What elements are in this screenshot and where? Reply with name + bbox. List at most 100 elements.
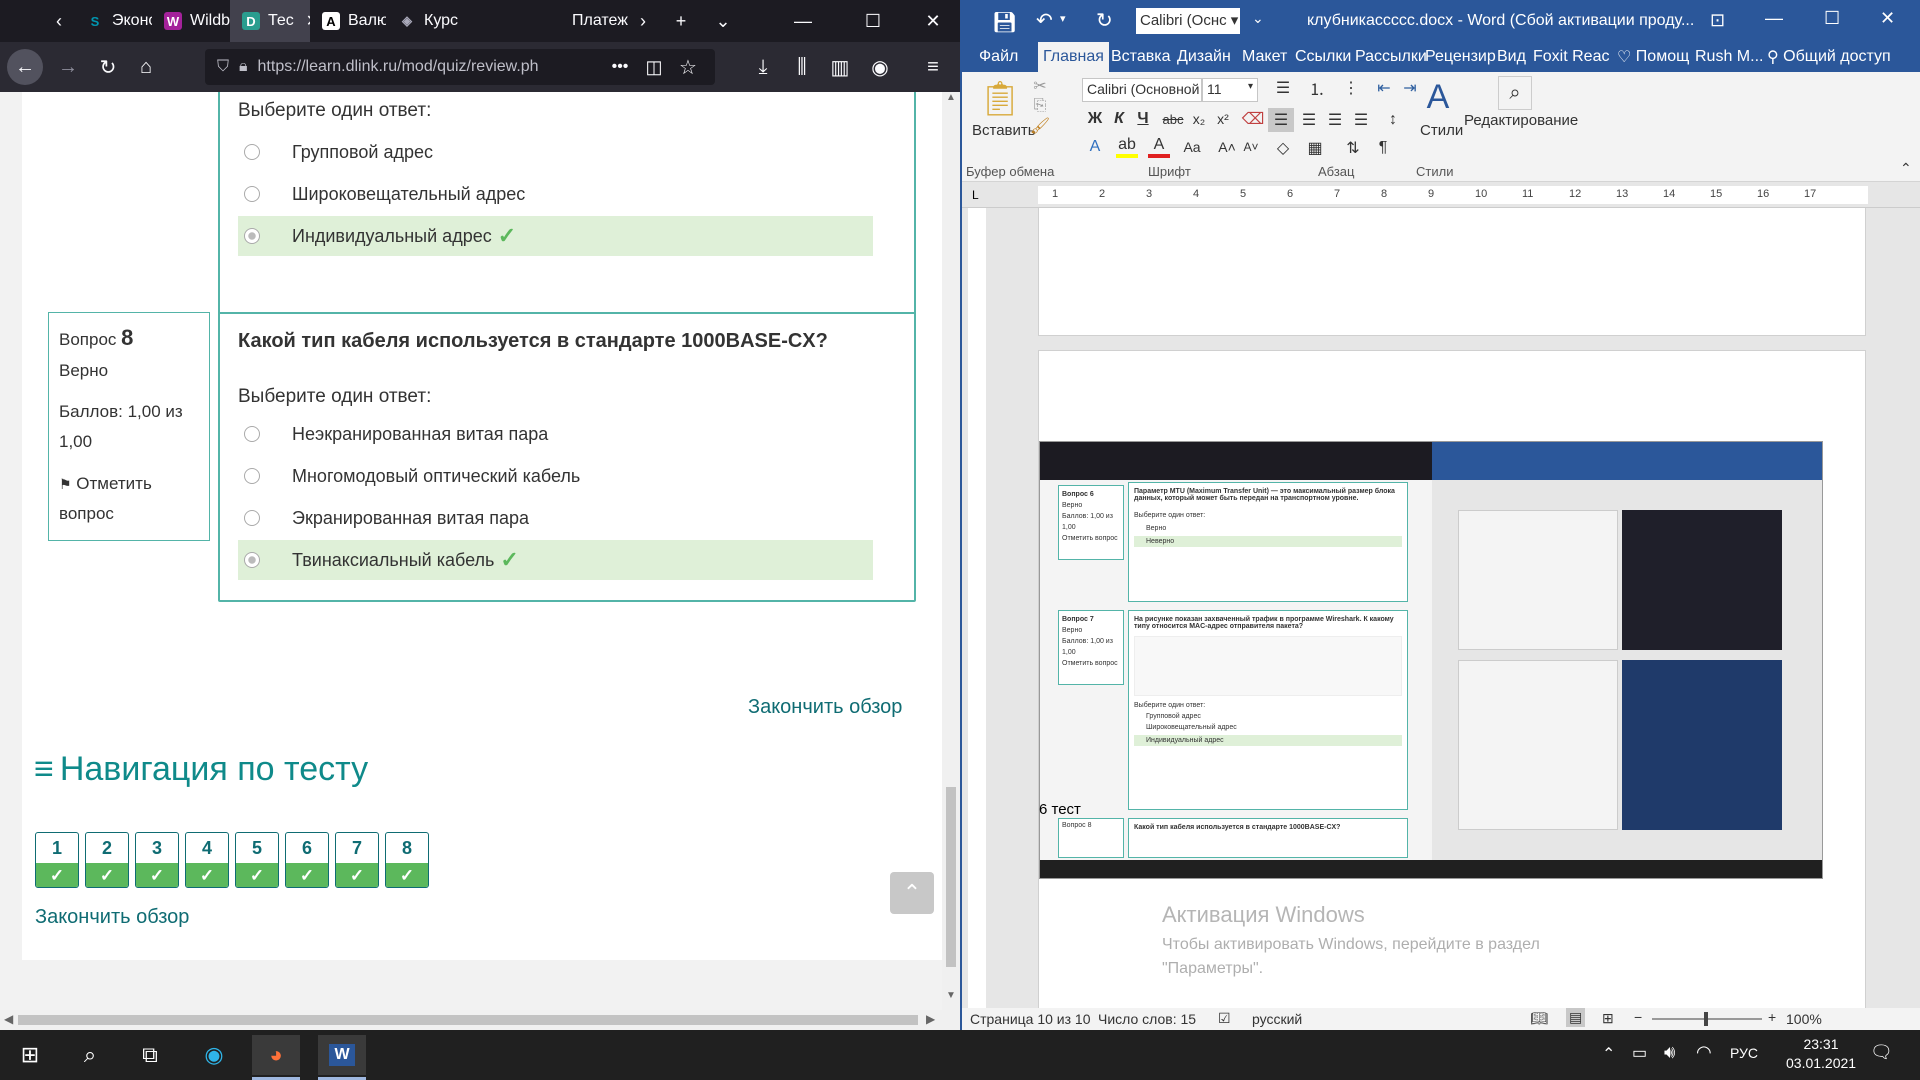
scroll-up-arrow-icon[interactable]: ▲ — [944, 92, 958, 108]
close-icon[interactable]: ✕ — [1880, 8, 1895, 29]
browser-tab[interactable]: S Эконо — [74, 0, 152, 42]
horizontal-ruler[interactable]: L 1 2 3 4 5 6 7 8 9 10 11 12 13 14 15 16 17 — [962, 182, 1920, 208]
nav-button-6[interactable]: 6 ✓ — [285, 832, 329, 888]
maximize-icon[interactable]: ☐ — [1824, 8, 1840, 29]
zoom-in-icon[interactable]: + — [1768, 1009, 1776, 1025]
pocket-icon[interactable]: ◫ — [636, 49, 672, 85]
styles-icon[interactable]: A — [1418, 74, 1458, 120]
tab-foxit[interactable]: Foxit Reac — [1528, 42, 1614, 72]
print-layout-icon[interactable]: ▤ — [1566, 1008, 1586, 1027]
library-icon[interactable]: ⫼ — [784, 49, 820, 85]
finish-review-link-bottom[interactable]: Закончить обзор — [35, 906, 189, 929]
scrollbar-thumb[interactable] — [946, 787, 956, 967]
forward-arrow-icon[interactable]: → — [50, 49, 86, 85]
share-button[interactable]: ⚲ Общий доступ — [1762, 42, 1896, 72]
align-center-icon[interactable]: ☰ — [1296, 108, 1322, 132]
find-icon[interactable]: ⌕ — [1498, 76, 1532, 110]
browser-tab-active[interactable]: D Тес ✕ — [230, 0, 310, 42]
proofing-icon[interactable]: ☑ — [1218, 1010, 1231, 1027]
answer-option[interactable]: Групповой адрес — [238, 132, 873, 172]
quick-font-box[interactable]: Calibri (Оснс ▾ — [1136, 8, 1240, 34]
task-view-icon[interactable]: ⧉ — [126, 1035, 174, 1075]
highlight-icon[interactable]: ab — [1116, 136, 1138, 158]
scroll-left-arrow-icon[interactable]: ◀ — [4, 1012, 13, 1026]
radio-button[interactable] — [244, 552, 260, 568]
hscrollbar-thumb[interactable] — [18, 1015, 918, 1025]
tab-scroll-left-icon[interactable]: ‹ — [44, 0, 74, 42]
zoom-level[interactable]: 100% — [1786, 1011, 1822, 1027]
collapse-ribbon-icon[interactable]: ⌃ — [1900, 160, 1912, 177]
answer-option-correct[interactable]: Индивидуальный адрес ✓ — [238, 216, 873, 256]
tab-layout[interactable]: Макет — [1237, 42, 1292, 72]
scroll-right-arrow-icon[interactable]: ▶ — [926, 1012, 935, 1026]
decrease-indent-icon[interactable]: ⇤ — [1372, 76, 1396, 100]
sidebar-icon[interactable]: ▥ — [822, 49, 858, 85]
scroll-down-arrow-icon[interactable]: ▼ — [944, 990, 958, 1006]
firefox-icon[interactable]: ◕ — [252, 1035, 300, 1075]
vertical-scrollbar[interactable]: ▲ ▼ — [942, 92, 960, 1010]
font-name-select[interactable]: Calibri (Основной — [1082, 78, 1202, 102]
new-tab-icon[interactable]: + — [658, 0, 704, 42]
font-size-select[interactable]: 11 ▾ — [1202, 78, 1258, 102]
radio-button[interactable] — [244, 186, 260, 202]
menu-icon[interactable]: ≡ — [915, 49, 951, 85]
justify-icon[interactable]: ☰ — [1348, 108, 1374, 132]
editing-label[interactable]: Редактирование — [1464, 112, 1578, 129]
sort-icon[interactable]: ⇅ — [1340, 136, 1366, 160]
radio-button[interactable] — [244, 228, 260, 244]
copy-icon[interactable]: ⎘ — [1028, 96, 1052, 116]
multilevel-list-icon[interactable]: ⋮ — [1336, 76, 1366, 100]
shield-icon[interactable]: ⛉ — [217, 58, 229, 76]
edge-icon[interactable]: ◉ — [190, 1035, 238, 1075]
radio-button[interactable] — [244, 144, 260, 160]
shrink-font-icon[interactable]: A˅ — [1240, 136, 1262, 158]
home-icon[interactable]: ⌂ — [128, 49, 164, 85]
document-caption[interactable]: 6 тест — [1039, 801, 1081, 818]
clock[interactable]: 23:31 03.01.2021 — [1786, 1036, 1856, 1071]
nav-button-3[interactable]: 3 ✓ — [135, 832, 179, 888]
font-color-icon[interactable]: A — [1148, 136, 1170, 158]
nav-button-1[interactable]: 1 ✓ — [35, 832, 79, 888]
browser-tab[interactable]: ◈ Курс — [386, 0, 466, 42]
underline-icon[interactable]: Ч — [1132, 108, 1154, 130]
paste-icon[interactable]: 📋︎ — [970, 76, 1030, 122]
start-windows-icon[interactable]: ⊞ — [6, 1035, 54, 1075]
embedded-screenshot-image[interactable]: Вопрос 6 Верно Баллов: 1,00 из 1,00 Отметит… — [1039, 441, 1823, 879]
answer-option[interactable]: Неэкранированная витая пара — [238, 414, 873, 454]
superscript-icon[interactable]: x² — [1212, 108, 1234, 130]
nav-button-2[interactable]: 2 ✓ — [85, 832, 129, 888]
notifications-icon[interactable]: 🗨︎ — [1870, 1042, 1893, 1063]
show-hidden-icons-icon[interactable]: ⌃ — [1602, 1044, 1615, 1064]
account-icon[interactable]: ◉ — [862, 49, 898, 85]
minimize-icon[interactable]: — — [780, 0, 826, 42]
tab-list-icon[interactable]: ⌄ — [700, 0, 746, 42]
align-right-icon[interactable]: ☰ — [1322, 108, 1348, 132]
nav-button-5[interactable]: 5 ✓ — [235, 832, 279, 888]
grow-font-icon[interactable]: A˄ — [1216, 136, 1238, 158]
browser-tab[interactable]: A Валют — [310, 0, 386, 42]
strikethrough-icon[interactable]: abc — [1160, 108, 1186, 130]
radio-button[interactable] — [244, 510, 260, 526]
input-language[interactable]: РУС — [1730, 1045, 1758, 1061]
clear-formatting-icon[interactable]: ⌫ — [1242, 108, 1265, 130]
tab-file[interactable]: Файл — [974, 42, 1023, 72]
finish-review-link[interactable]: Закончить обзор — [748, 696, 902, 719]
italic-icon[interactable]: К — [1108, 108, 1130, 130]
tab-selector-icon[interactable]: L — [972, 188, 979, 202]
minimize-icon[interactable]: — — [1765, 8, 1783, 29]
save-icon[interactable]: 💾︎ — [992, 10, 1017, 35]
undo-dropdown-icon[interactable]: ▾ — [1060, 12, 1066, 25]
tab-insert[interactable]: Вставка — [1106, 42, 1175, 72]
text-effects-icon[interactable]: A — [1084, 136, 1106, 158]
volume-icon[interactable]: 🔊︎ — [1664, 1042, 1675, 1063]
back-arrow-icon[interactable]: ← — [7, 49, 43, 85]
answer-option[interactable]: Широковещательный адрес — [238, 174, 873, 214]
answer-option[interactable]: Многомодовый оптический кабель — [238, 456, 873, 496]
tab-help[interactable]: ♡ Помощ — [1612, 42, 1694, 72]
page-counter[interactable]: Страница 10 из 10 — [970, 1011, 1091, 1027]
tab-references[interactable]: Ссылки — [1290, 42, 1356, 72]
nav-button-4[interactable]: 4 ✓ — [185, 832, 229, 888]
show-marks-icon[interactable]: ¶ — [1370, 136, 1396, 160]
battery-icon[interactable]: ▭ — [1632, 1043, 1647, 1063]
nav-button-7[interactable]: 7 ✓ — [335, 832, 379, 888]
